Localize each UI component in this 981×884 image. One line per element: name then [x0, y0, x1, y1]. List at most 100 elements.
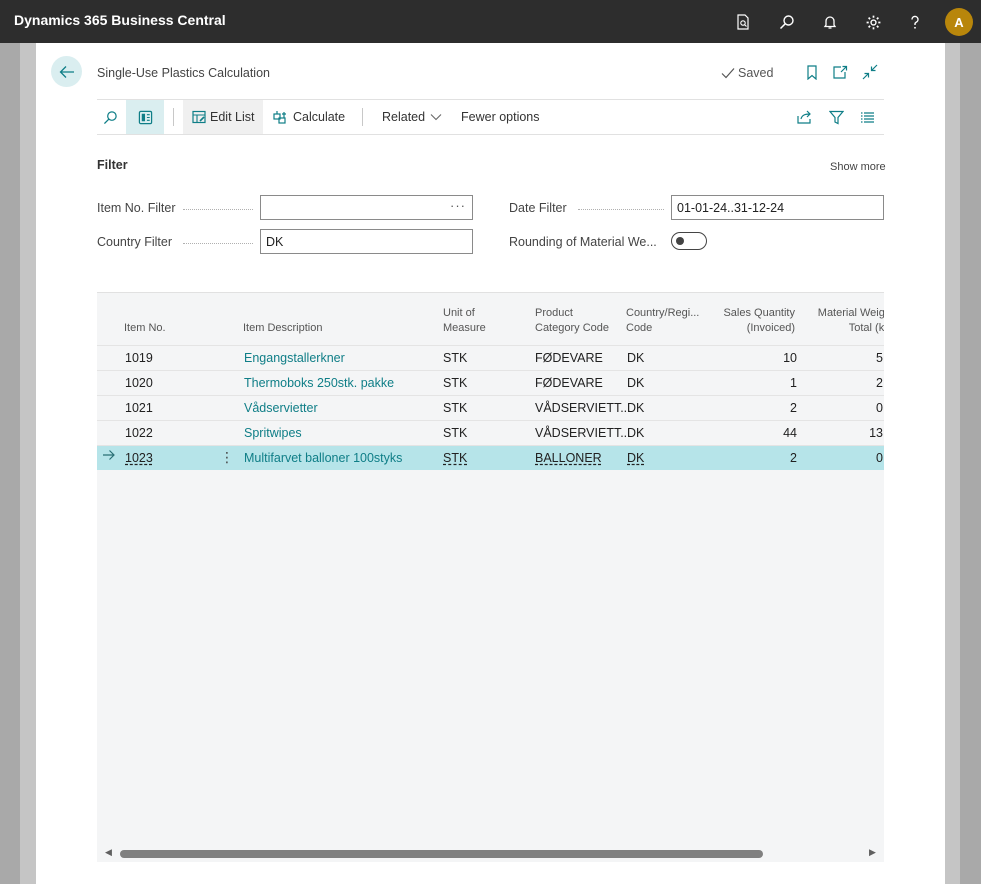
- saved-status: Saved: [721, 66, 773, 80]
- related-menu[interactable]: Related: [382, 100, 442, 134]
- col-country[interactable]: Country/Regi... Code: [626, 306, 699, 336]
- cell-category[interactable]: FØDEVARE: [535, 351, 603, 365]
- calculate-button[interactable]: Calculate: [273, 100, 345, 134]
- cell-category[interactable]: VÅDSERVIETT...: [535, 401, 631, 415]
- table-row-selected[interactable]: 1023 ⋮ Multifarvet balloner 100styks STK…: [97, 445, 884, 470]
- cell-country[interactable]: DK: [627, 351, 644, 365]
- table-row[interactable]: 1022 Spritwipes STK VÅDSERVIETT... DK 44…: [97, 420, 884, 445]
- col-unit-of-measure[interactable]: Unit of Measure: [443, 306, 486, 336]
- cell-item-description[interactable]: Multifarvet balloner 100styks: [244, 451, 402, 465]
- cell-item-no[interactable]: 1019: [125, 351, 153, 365]
- page-title: Single-Use Plastics Calculation: [97, 66, 270, 80]
- col-uom-line1: Unit of: [443, 307, 475, 319]
- cell-category[interactable]: FØDEVARE: [535, 376, 603, 390]
- gear-icon[interactable]: [860, 9, 886, 35]
- scroll-right-icon[interactable]: ▶: [869, 847, 876, 858]
- search-icon[interactable]: [103, 100, 121, 134]
- cell-uom[interactable]: STK: [443, 401, 467, 415]
- list-view-icon[interactable]: [860, 100, 875, 134]
- scroll-left-icon[interactable]: ◀: [105, 847, 112, 858]
- cell-item-no[interactable]: 1020: [125, 376, 153, 390]
- col-material-weight[interactable]: Material Weight Total (kg): [797, 306, 884, 336]
- col-product-category[interactable]: Product Category Code: [535, 306, 609, 336]
- col-pcc-line2: Category Code: [535, 322, 609, 334]
- cell-item-no[interactable]: 1021: [125, 401, 153, 415]
- show-more-link[interactable]: Show more: [830, 161, 886, 173]
- table-row[interactable]: 1020 Thermoboks 250stk. pakke STK FØDEVA…: [97, 370, 884, 395]
- cell-item-no[interactable]: 1022: [125, 426, 153, 440]
- edit-list-button[interactable]: Edit List: [183, 100, 264, 134]
- filter-icon[interactable]: [829, 100, 844, 134]
- filter-pane-toggle[interactable]: [126, 100, 164, 134]
- cell-uom[interactable]: STK: [443, 376, 467, 390]
- help-icon[interactable]: [902, 9, 928, 35]
- collapse-icon[interactable]: [861, 63, 879, 81]
- app-title[interactable]: Dynamics 365 Business Central: [14, 12, 226, 28]
- country-filter-label: Country Filter: [97, 235, 173, 249]
- cell-category[interactable]: BALLONER: [535, 451, 602, 465]
- rounding-toggle[interactable]: [671, 232, 707, 250]
- item-no-filter-label: Item No. Filter: [97, 201, 176, 215]
- cell-country[interactable]: DK: [627, 451, 644, 465]
- cell-item-description[interactable]: Engangstallerkner: [244, 351, 345, 365]
- search-icon[interactable]: [774, 9, 800, 35]
- share-icon[interactable]: [797, 100, 813, 134]
- cell-sales-qty[interactable]: 2: [737, 401, 797, 415]
- bookmark-icon[interactable]: [803, 63, 821, 81]
- bell-icon[interactable]: [817, 9, 843, 35]
- toggle-knob: [676, 237, 684, 245]
- cell-sales-qty[interactable]: 44: [737, 426, 797, 440]
- col-sales-line2: (Invoiced): [746, 322, 795, 334]
- col-item-no[interactable]: Item No.: [124, 321, 166, 336]
- fewer-options-label: Fewer options: [461, 110, 540, 124]
- col-item-description[interactable]: Item Description: [243, 321, 322, 336]
- cell-material-total[interactable]: 5: [823, 351, 883, 365]
- filter-section-title[interactable]: Filter: [97, 158, 128, 172]
- action-bar: Edit List Calculate Related Fewer option…: [97, 99, 884, 135]
- item-no-filter-input[interactable]: ···: [260, 195, 473, 220]
- cell-material-total[interactable]: 13: [823, 426, 883, 440]
- date-filter-value: 01-01-24..31-12-24: [677, 201, 785, 215]
- horizontal-scrollbar[interactable]: ◀ ▶: [97, 844, 884, 862]
- cell-sales-qty[interactable]: 2: [737, 451, 797, 465]
- date-filter-input[interactable]: 01-01-24..31-12-24: [671, 195, 884, 220]
- col-sales-line1: Sales Quantity: [723, 307, 795, 319]
- cell-item-description[interactable]: Spritwipes: [244, 426, 302, 440]
- col-country-line2: Code: [626, 322, 653, 334]
- cell-item-description[interactable]: Thermoboks 250stk. pakke: [244, 376, 394, 390]
- col-pcc-line1: Product: [535, 307, 573, 319]
- cell-sales-qty[interactable]: 10: [737, 351, 797, 365]
- col-sales-quantity[interactable]: Sales Quantity (Invoiced): [697, 306, 795, 336]
- back-button[interactable]: [51, 56, 82, 87]
- fewer-options-button[interactable]: Fewer options: [461, 100, 540, 134]
- more-options-icon[interactable]: ···: [450, 198, 466, 213]
- cell-material-total[interactable]: 0: [823, 451, 883, 465]
- cell-country[interactable]: DK: [627, 426, 644, 440]
- date-filter-label: Date Filter: [509, 201, 567, 215]
- cell-uom[interactable]: STK: [443, 451, 467, 465]
- cell-uom[interactable]: STK: [443, 426, 467, 440]
- cell-material-total[interactable]: 0: [823, 401, 883, 415]
- country-filter-input[interactable]: DK: [260, 229, 473, 254]
- user-avatar[interactable]: A: [945, 8, 973, 36]
- cell-item-no[interactable]: 1023: [125, 451, 153, 465]
- arrow-left-icon: [59, 65, 74, 78]
- cell-item-description[interactable]: Vådservietter: [244, 401, 318, 415]
- open-new-window-icon[interactable]: [831, 63, 849, 81]
- cell-material-total[interactable]: 2: [823, 376, 883, 390]
- lines-grid: Item No. Item Description Unit of Measure…: [97, 292, 884, 844]
- filter-pane-icon: [138, 110, 152, 124]
- top-bar: Dynamics 365 Business Central A: [0, 0, 981, 43]
- cell-category[interactable]: VÅDSERVIETT...: [535, 426, 631, 440]
- row-actions-icon[interactable]: ⋮: [220, 449, 234, 466]
- table-row[interactable]: 1019 Engangstallerkner STK FØDEVARE DK 1…: [97, 345, 884, 370]
- cell-country[interactable]: DK: [627, 376, 644, 390]
- cell-country[interactable]: DK: [627, 401, 644, 415]
- scrollbar-thumb[interactable]: [120, 850, 763, 858]
- document-search-icon[interactable]: [730, 9, 756, 35]
- table-row[interactable]: 1021 Vådservietter STK VÅDSERVIETT... DK…: [97, 395, 884, 420]
- col-mat-line2: Total (kg): [848, 322, 884, 334]
- cell-sales-qty[interactable]: 1: [737, 376, 797, 390]
- col-uom-line2: Measure: [443, 322, 486, 334]
- cell-uom[interactable]: STK: [443, 351, 467, 365]
